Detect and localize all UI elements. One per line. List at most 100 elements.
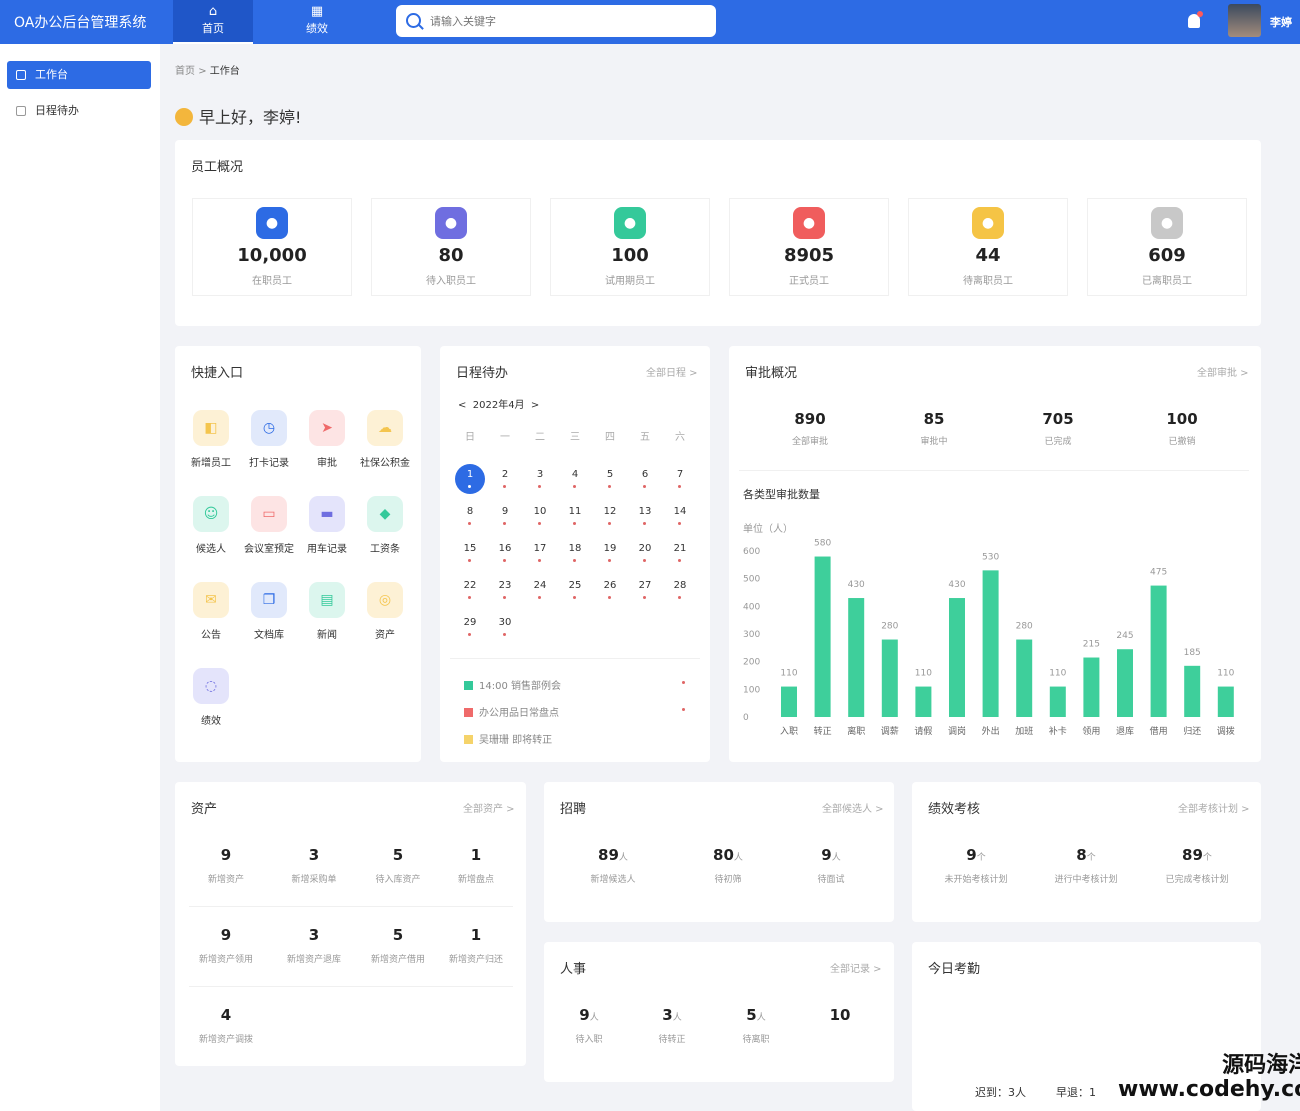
bar[interactable] [881, 639, 898, 717]
all-assets-link[interactable]: 全部资产 > [463, 800, 515, 815]
calendar-day[interactable]: 2 [490, 464, 520, 494]
asset-stat[interactable]: 9 新增资产 [183, 846, 269, 885]
hr-stat[interactable]: 10 [797, 1006, 883, 1024]
calendar-day[interactable]: 3 [525, 464, 555, 494]
asset-stat[interactable]: 3 新增资产退库 [271, 926, 357, 965]
approval-stat[interactable]: 705 已完成 [1008, 410, 1108, 447]
approval-stat[interactable]: 85 审批中 [884, 410, 984, 447]
calendar-day[interactable]: 5 [595, 464, 625, 494]
calendar-day[interactable]: 9 [490, 501, 520, 531]
calendar-day[interactable]: 22 [455, 575, 485, 605]
all-approval-link[interactable]: 全部审批 > [1197, 364, 1249, 379]
calendar-day[interactable]: 8 [455, 501, 485, 531]
schedule-event[interactable]: 吴珊珊 即将转正 [464, 731, 694, 746]
schedule-event[interactable]: 14:00 销售部例会 [464, 677, 694, 692]
asset-stat[interactable]: 3 新增采购单 [271, 846, 357, 885]
calendar-day[interactable]: 19 [595, 538, 625, 568]
approval-stat[interactable]: 100 已撤销 [1132, 410, 1232, 447]
employee-stat[interactable]: ● 44 待离职员工 [908, 198, 1068, 296]
hr-stat[interactable]: 9人 待入职 [546, 1006, 632, 1045]
quick-entry-item[interactable]: ▤ 新闻 [297, 582, 357, 641]
quick-entry-item[interactable]: ❐ 文档库 [239, 582, 299, 641]
sidebar-item-workbench[interactable]: 工作台 [7, 61, 151, 89]
employee-stat[interactable]: ● 100 试用期员工 [550, 198, 710, 296]
hr-stat[interactable]: 3人 待转正 [629, 1006, 715, 1045]
calendar-day[interactable]: 13 [630, 501, 660, 531]
calendar-day[interactable]: 10 [525, 501, 555, 531]
schedule-event[interactable]: 办公用品日常盘点 [464, 704, 694, 719]
calendar-day[interactable]: 20 [630, 538, 660, 568]
quick-entry-item[interactable]: ◆ 工资条 [355, 496, 415, 555]
approval-stat[interactable]: 890 全部审批 [760, 410, 860, 447]
bell-icon[interactable] [1188, 11, 1203, 28]
calendar-day[interactable]: 25 [560, 575, 590, 605]
employee-stat[interactable]: ● 609 已离职员工 [1087, 198, 1247, 296]
asset-stat[interactable]: 1 新增资产归还 [433, 926, 519, 965]
perf-stat[interactable]: 8个 进行中考核计划 [1043, 846, 1129, 885]
calendar-day[interactable]: 14 [665, 501, 695, 531]
bar[interactable] [1016, 639, 1033, 717]
perf-stat[interactable]: 89个 已完成考核计划 [1154, 846, 1240, 885]
asset-stat[interactable]: 4 新增资产调拨 [183, 1006, 269, 1045]
quick-entry-item[interactable]: ✉ 公告 [181, 582, 241, 641]
calendar-day[interactable]: 4 [560, 464, 590, 494]
quick-entry-item[interactable]: ◷ 打卡记录 [239, 410, 299, 469]
asset-stat[interactable]: 1 新增盘点 [433, 846, 519, 885]
asset-stat[interactable]: 9 新增资产领用 [183, 926, 269, 965]
quick-entry-item[interactable]: ◎ 资产 [355, 582, 415, 641]
bar[interactable] [982, 570, 999, 717]
recruit-stat[interactable]: 9人 待面试 [788, 846, 874, 885]
search-input[interactable] [430, 11, 700, 31]
bar[interactable] [1049, 686, 1066, 717]
calendar-day[interactable]: 17 [525, 538, 555, 568]
employee-stat[interactable]: ● 80 待入职员工 [371, 198, 531, 296]
bar[interactable] [848, 598, 865, 717]
recruit-stat[interactable]: 80人 待初筛 [685, 846, 771, 885]
calendar-day[interactable]: 1 [455, 464, 485, 494]
bar[interactable] [915, 686, 932, 717]
bar[interactable] [1184, 665, 1201, 717]
user-name[interactable]: 李婷 [1270, 14, 1292, 30]
quick-entry-item[interactable]: ➤ 审批 [297, 410, 357, 469]
bar[interactable] [949, 598, 965, 717]
all-records-link[interactable]: 全部记录 > [830, 960, 882, 975]
calendar-day[interactable]: 27 [630, 575, 660, 605]
calendar-day[interactable]: 30 [490, 612, 520, 642]
quick-entry-item[interactable]: ◧ 新增员工 [181, 410, 241, 469]
calendar-day[interactable]: 26 [595, 575, 625, 605]
quick-entry-item[interactable]: ▭ 会议室预定 [239, 496, 299, 555]
employee-stat[interactable]: ● 10,000 在职员工 [192, 198, 352, 296]
calendar-day[interactable]: 15 [455, 538, 485, 568]
breadcrumb-home[interactable]: 首页 [175, 66, 195, 77]
search-box[interactable] [396, 5, 716, 37]
asset-stat[interactable]: 5 新增资产借用 [355, 926, 441, 965]
calendar-day[interactable]: 29 [455, 612, 485, 642]
calendar-day[interactable]: 24 [525, 575, 555, 605]
all-schedule-link[interactable]: 全部日程 > [646, 364, 698, 379]
quick-entry-item[interactable]: ☺ 候选人 [181, 496, 241, 555]
bar[interactable] [781, 686, 797, 717]
hr-stat[interactable]: 5人 待离职 [713, 1006, 799, 1045]
bar[interactable] [1117, 649, 1133, 717]
calendar-day[interactable]: 6 [630, 464, 660, 494]
quick-entry-item[interactable]: ◌ 绩效 [181, 668, 241, 727]
tab-home[interactable]: ⌂ 首页 [173, 0, 253, 44]
prev-month-button[interactable]: < [458, 400, 466, 411]
employee-stat[interactable]: ● 8905 正式员工 [729, 198, 889, 296]
all-plans-link[interactable]: 全部考核计划 > [1178, 800, 1250, 815]
calendar-day[interactable]: 18 [560, 538, 590, 568]
calendar-day[interactable]: 28 [665, 575, 695, 605]
sidebar-item-schedule[interactable]: 日程待办 [7, 97, 151, 125]
bar[interactable] [1083, 657, 1100, 717]
avatar[interactable] [1228, 4, 1261, 37]
calendar-day[interactable]: 7 [665, 464, 695, 494]
calendar-day[interactable]: 21 [665, 538, 695, 568]
bar[interactable] [1217, 686, 1234, 717]
calendar-day[interactable]: 12 [595, 501, 625, 531]
quick-entry-item[interactable]: ☁ 社保公积金 [355, 410, 415, 469]
next-month-button[interactable]: > [531, 400, 539, 411]
calendar-day[interactable]: 16 [490, 538, 520, 568]
tab-performance[interactable]: ▦ 绩效 [277, 0, 357, 44]
perf-stat[interactable]: 9个 未开始考核计划 [933, 846, 1019, 885]
quick-entry-item[interactable]: ▬ 用车记录 [297, 496, 357, 555]
